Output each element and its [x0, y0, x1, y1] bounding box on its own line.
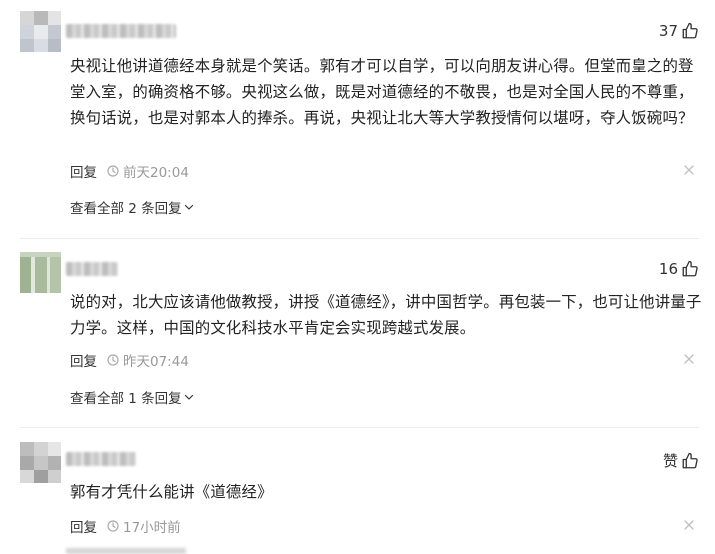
avatar[interactable] [20, 11, 61, 52]
username-redacted[interactable] [66, 452, 136, 466]
divider [20, 238, 699, 239]
comment-time: 17小时前 [123, 520, 181, 536]
reply-button[interactable]: 回复 [70, 161, 97, 181]
chevron-down-icon [184, 204, 193, 210]
close-icon[interactable] [684, 165, 694, 175]
comment-meta: 回复 前天20:04 [70, 161, 189, 181]
avatar[interactable] [20, 442, 61, 483]
clock-icon [107, 165, 119, 177]
view-all-replies-label: 查看全部 2 条回复 [70, 201, 182, 217]
like-button[interactable]: 16 [659, 260, 699, 278]
clock-icon [107, 520, 119, 532]
view-all-replies-button[interactable]: 查看全部 2 条回复 [70, 197, 194, 217]
close-icon[interactable] [684, 520, 694, 530]
comment-text: 央视让他讲道德经本身就是个笑话。郭有才可以自学，可以向朋友讲心得。但堂而皇之的登… [70, 57, 694, 127]
like-count: 16 [658, 260, 678, 278]
comment-meta: 回复 17小时前 [70, 516, 181, 536]
avatar[interactable] [20, 252, 61, 293]
like-button[interactable]: 37 [659, 22, 699, 40]
next-comment-partial [66, 548, 186, 554]
comment-time: 前天20:04 [123, 165, 189, 181]
comment-text: 郭有才凭什么能讲《道德经》 [70, 483, 273, 501]
comment-time: 昨天07:44 [123, 354, 189, 370]
username-redacted[interactable] [66, 262, 118, 276]
like-count: 37 [658, 22, 678, 40]
view-all-replies-label: 查看全部 1 条回复 [70, 391, 182, 407]
username-redacted[interactable] [66, 24, 176, 38]
reply-button[interactable]: 回复 [70, 350, 97, 370]
close-icon[interactable] [684, 354, 694, 364]
reply-button[interactable]: 回复 [70, 516, 97, 536]
comment-text: 说的对，北大应该请他做教授，讲授《道德经》，讲中国哲学。再包装一下，也可让他讲量… [70, 293, 702, 337]
thumbs-up-icon [682, 22, 698, 39]
divider [20, 427, 699, 428]
like-button[interactable]: 赞 [663, 450, 699, 471]
chevron-down-icon [184, 394, 193, 400]
comment-meta: 回复 昨天07:44 [70, 350, 189, 370]
view-all-replies-button[interactable]: 查看全部 1 条回复 [70, 387, 194, 407]
thumbs-up-icon [682, 452, 698, 468]
clock-icon [107, 354, 119, 366]
thumbs-up-icon [682, 260, 698, 277]
like-label: 赞 [662, 452, 678, 470]
